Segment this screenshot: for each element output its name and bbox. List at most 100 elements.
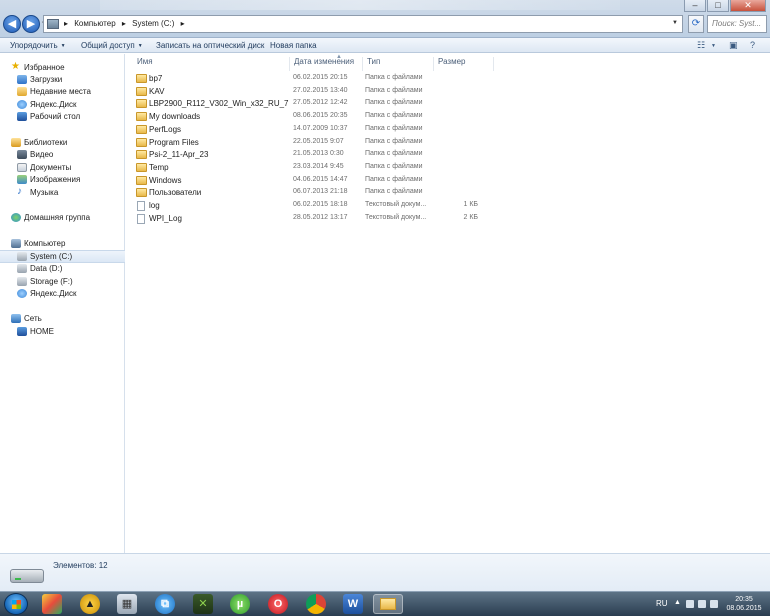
file-name: Windows — [149, 175, 182, 185]
file-type: Папка с файлами — [365, 112, 423, 120]
volume-icon[interactable] — [710, 600, 718, 608]
column-header-size[interactable]: Размер — [433, 57, 493, 71]
file-type: Папка с файлами — [365, 150, 423, 158]
background-tabs — [100, 0, 620, 10]
share-button[interactable]: Общий доступ ▼ — [81, 41, 143, 50]
library-icon — [11, 138, 21, 147]
address-bar[interactable]: ▸ Компьютер ▸ System (C:) ▸ ▼ — [43, 15, 683, 33]
nav-item-recent-places[interactable]: Недавние места — [0, 86, 125, 99]
clock[interactable]: 20:35 08.06.2015 — [722, 595, 766, 613]
nav-libraries-label: Библиотеки — [24, 138, 68, 147]
nav-homegroup[interactable]: Домашняя группа — [0, 212, 125, 225]
recent-places-icon — [17, 87, 27, 96]
nav-item-drive-c[interactable]: System (C:) — [0, 250, 125, 263]
nav-item-drive-d[interactable]: Data (D:) — [0, 263, 125, 276]
app-green-icon[interactable]: ✕ — [193, 594, 213, 614]
help-icon[interactable]: ? — [750, 40, 755, 50]
file-type: Папка с файлами — [365, 99, 423, 107]
app-blue-icon[interactable]: ⧉ — [155, 594, 175, 614]
drive-icon — [17, 277, 27, 286]
breadcrumb-separator-icon[interactable]: ▸ — [64, 19, 68, 28]
opera-icon[interactable]: O — [268, 594, 288, 614]
homegroup-icon — [11, 213, 21, 222]
table-row[interactable]: Пользователи 06.07.2013 21:18 Папка с файл… — [134, 187, 574, 199]
table-row[interactable]: LBP2900_R112_V302_Win_x32_RU_7 27.05.2012… — [134, 98, 574, 110]
file-date: 27.02.2015 13:40 — [293, 86, 348, 94]
column-header-name[interactable]: Имя — [137, 57, 153, 71]
nav-item-yandex-disk-drive[interactable]: Яндекс.Диск — [0, 288, 125, 301]
address-history-dropdown[interactable]: ▼ — [672, 20, 678, 26]
table-row[interactable]: Program Files 22.05.2015 9:07 Папка с файл… — [134, 137, 574, 149]
folder-icon — [380, 598, 396, 610]
nav-item-label: Документы — [30, 163, 72, 172]
action-center-icon[interactable] — [686, 600, 694, 608]
nav-item-label: HOME — [30, 327, 54, 336]
forward-button[interactable]: ▶ — [22, 15, 40, 33]
file-date: 22.05.2015 9:07 — [293, 137, 344, 145]
table-row[interactable]: PerfLogs 14.07.2009 10:37 Папка с файлами — [134, 124, 574, 136]
table-row[interactable]: WPI_Log 28.05.2012 13:17 Текстовый докум..… — [134, 213, 574, 225]
folder-icon — [136, 74, 147, 83]
breadcrumb-system-c[interactable]: System (C:) — [132, 19, 174, 28]
pictures-icon — [17, 175, 27, 184]
folder-icon — [136, 86, 147, 96]
minimize-button[interactable]: – — [684, 0, 706, 12]
close-button[interactable]: ✕ — [730, 0, 766, 12]
nav-item-label: Data (D:) — [30, 264, 63, 273]
refresh-icon[interactable]: ⟳ — [688, 15, 704, 33]
table-row[interactable]: Temp 23.03.2014 9:45 Папка с файлами — [134, 162, 574, 174]
nav-item-label: Изображения — [30, 175, 81, 184]
network-icon — [11, 314, 21, 323]
new-folder-button[interactable]: Новая папка — [270, 41, 317, 50]
burn-button[interactable]: Записать на оптический диск — [156, 41, 264, 50]
folder-icon — [136, 112, 147, 122]
file-date: 23.03.2014 9:45 — [293, 162, 344, 170]
file-date: 14.07.2009 10:37 — [293, 124, 348, 132]
tray-expand-icon[interactable]: ▲ — [674, 599, 682, 607]
table-row[interactable]: bp7 06.02.2015 20:15 Папка с файлами — [134, 73, 574, 85]
nav-item-music[interactable]: ♪ Музыка — [0, 186, 125, 200]
breadcrumb-separator-icon[interactable]: ▸ — [181, 19, 185, 28]
folder-icon — [136, 99, 147, 109]
breadcrumb-computer[interactable]: Компьютер — [74, 19, 115, 28]
column-divider — [493, 57, 494, 71]
search-input[interactable]: Поиск: Syst... — [707, 15, 767, 33]
back-button[interactable]: ◀ — [3, 15, 21, 33]
word-icon[interactable]: W — [343, 594, 363, 614]
nav-network-label: Сеть — [24, 314, 42, 323]
nav-item-desktop[interactable]: Рабочий стол — [0, 111, 125, 124]
organize-button[interactable]: Упорядочить ▼ — [10, 41, 66, 50]
table-row[interactable]: Psi-2_11-Apr_23 21.05.2013 0:30 Папка с фа… — [134, 149, 574, 161]
language-indicator[interactable]: RU — [656, 599, 668, 608]
explorer-taskbar-button[interactable] — [373, 594, 403, 614]
app-launcher-icon[interactable] — [42, 594, 62, 614]
file-name: bp7 — [149, 74, 163, 83]
utorrent-icon[interactable]: µ — [230, 594, 250, 614]
maximize-button[interactable]: □ — [707, 0, 729, 12]
folder-icon — [136, 150, 147, 160]
table-row[interactable]: My downloads 08.06.2015 20:35 Папка с файл… — [134, 111, 574, 123]
table-row[interactable]: Windows 04.06.2015 14:47 Папка с файлами — [134, 175, 574, 187]
table-row[interactable]: KAV 27.02.2015 13:40 Папка с файлами — [134, 86, 574, 98]
share-label: Общий доступ — [81, 41, 135, 50]
desktop-icon — [17, 112, 27, 121]
aimp-icon[interactable]: ▲ — [80, 594, 100, 614]
start-button[interactable] — [4, 593, 28, 615]
chevron-down-icon: ▼ — [137, 43, 143, 49]
column-header-type[interactable]: Тип — [362, 57, 380, 71]
breadcrumb[interactable]: ▸ Компьютер ▸ System (C:) ▸ — [64, 19, 189, 28]
nav-network[interactable]: Сеть — [0, 313, 125, 326]
table-row[interactable]: log 06.02.2015 18:18 Текстовый докум... 1 К… — [134, 200, 574, 212]
breadcrumb-separator-icon[interactable]: ▸ — [122, 19, 126, 28]
nav-item-label: Яндекс.Диск — [30, 100, 77, 109]
file-name: PerfLogs — [149, 124, 182, 134]
view-options-icon[interactable]: ☷ — [697, 40, 705, 51]
chrome-icon[interactable] — [306, 594, 326, 614]
nav-item-home[interactable]: HOME — [0, 326, 125, 339]
preview-pane-icon[interactable]: ▣ — [729, 40, 738, 51]
network-status-icon[interactable] — [698, 600, 706, 608]
view-dropdown-icon[interactable]: ▼ — [711, 43, 716, 49]
nav-item-video[interactable]: Видео — [0, 149, 125, 162]
column-header-date[interactable]: Дата изменения — [289, 57, 354, 71]
calculator-icon[interactable]: ▦ — [117, 594, 137, 614]
